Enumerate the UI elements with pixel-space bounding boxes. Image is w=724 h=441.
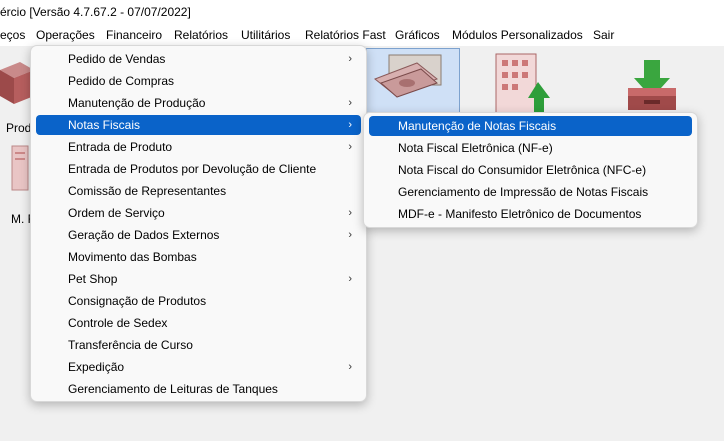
chevron-right-icon: › <box>348 141 352 153</box>
chevron-right-icon: › <box>348 53 352 65</box>
chevron-right-icon: › <box>348 119 352 131</box>
menu-item-label: Nota Fiscal do Consumidor Eletrônica (NF… <box>398 163 647 177</box>
menu-item-label: Comissão de Representantes <box>68 184 227 198</box>
menu-financeiro[interactable]: Financeiro <box>106 27 162 43</box>
menu-precos[interactable]: eços <box>0 27 25 43</box>
submenu-item-gerenciamento-impressao[interactable]: Gerenciamento de Impressão de Notas Fisc… <box>369 182 692 202</box>
menu-item-label: Consignação de Produtos <box>68 294 207 308</box>
menu-item-label: Pet Shop <box>68 272 118 286</box>
menu-item-notas-fiscais[interactable]: Notas Fiscais › <box>36 115 361 135</box>
menu-item-controle-de-sedex[interactable]: Controle de Sedex <box>36 313 361 333</box>
notas-fiscais-submenu: Manutenção de Notas Fiscais Nota Fiscal … <box>363 112 698 228</box>
menu-item-entrada-de-produto[interactable]: Entrada de Produto › <box>36 137 361 157</box>
menu-item-label: Manutenção de Notas Fiscais <box>398 119 557 133</box>
produtos-tile-label: Prod <box>6 121 32 135</box>
menu-item-label: Notas Fiscais <box>68 118 141 132</box>
menu-item-label: Movimento das Bombas <box>68 250 197 264</box>
submenu-item-manutencao-notas-fiscais[interactable]: Manutenção de Notas Fiscais <box>369 116 692 136</box>
chevron-right-icon: › <box>348 97 352 109</box>
menu-sair[interactable]: Sair <box>593 27 614 43</box>
menu-operacoes[interactable]: Operações <box>36 27 95 43</box>
chevron-right-icon: › <box>348 273 352 285</box>
window-title: ércio [Versão 4.7.67.2 - 07/07/2022] <box>0 5 191 19</box>
menu-item-label: MDF-e - Manifesto Eletrônico de Document… <box>398 207 642 221</box>
operacoes-dropdown-menu: Pedido de Vendas › Pedido de Compras Man… <box>30 45 367 402</box>
menu-item-label: Entrada de Produto <box>68 140 173 154</box>
menu-item-label: Pedido de Vendas <box>68 52 166 66</box>
menu-item-label: Controle de Sedex <box>68 316 168 330</box>
menu-item-label: Pedido de Compras <box>68 74 175 88</box>
menu-utilitarios[interactable]: Utilitários <box>241 27 290 43</box>
money-notes-icon <box>374 54 442 98</box>
menu-relatorios[interactable]: Relatórios <box>174 27 228 43</box>
main-menubar: eços Operações Financeiro Relatórios Uti… <box>0 24 724 46</box>
menu-item-label: Nota Fiscal Eletrônica (NF-e) <box>398 141 553 155</box>
submenu-item-nfce[interactable]: Nota Fiscal do Consumidor Eletrônica (NF… <box>369 160 692 180</box>
menu-item-label: Ordem de Serviço <box>68 206 165 220</box>
menu-item-expedicao[interactable]: Expedição › <box>36 357 361 377</box>
window-title-bar: ércio [Versão 4.7.67.2 - 07/07/2022] <box>0 0 724 24</box>
menu-graficos[interactable]: Gráficos <box>395 27 440 43</box>
menu-item-transferencia-de-curso[interactable]: Transferência de Curso <box>36 335 361 355</box>
menu-item-ordem-de-servico[interactable]: Ordem de Serviço › <box>36 203 361 223</box>
menu-item-label: Gerenciamento de Impressão de Notas Fisc… <box>398 185 649 199</box>
menu-item-consignacao-de-produtos[interactable]: Consignação de Produtos <box>36 291 361 311</box>
menu-item-manutencao-de-producao[interactable]: Manutenção de Produção › <box>36 93 361 113</box>
download-inbox-icon[interactable] <box>624 58 680 112</box>
mf-tile-icon[interactable] <box>10 144 32 194</box>
chevron-right-icon: › <box>348 207 352 219</box>
menu-item-label: Expedição <box>68 360 125 374</box>
menu-item-comissao-de-representantes[interactable]: Comissão de Representantes <box>36 181 361 201</box>
report-building-icon[interactable] <box>492 52 558 116</box>
menu-item-label: Geração de Dados Externos <box>68 228 220 242</box>
menu-item-pedido-de-vendas[interactable]: Pedido de Vendas › <box>36 49 361 69</box>
produtos-tile-icon[interactable] <box>0 56 34 108</box>
submenu-item-mdfe[interactable]: MDF-e - Manifesto Eletrônico de Document… <box>369 204 692 224</box>
chevron-right-icon: › <box>348 361 352 373</box>
menu-item-pedido-de-compras[interactable]: Pedido de Compras <box>36 71 361 91</box>
selected-shortcut-tile[interactable] <box>366 48 460 118</box>
menu-modulos-personalizados[interactable]: Módulos Personalizados <box>452 27 583 43</box>
menu-item-label: Transferência de Curso <box>68 338 193 352</box>
menu-item-geracao-de-dados-externos[interactable]: Geração de Dados Externos › <box>36 225 361 245</box>
submenu-item-nfe[interactable]: Nota Fiscal Eletrônica (NF-e) <box>369 138 692 158</box>
menu-item-gerenciamento-leituras-tanques[interactable]: Gerenciamento de Leituras de Tanques <box>36 379 361 399</box>
menu-item-entrada-devolucao-cliente[interactable]: Entrada de Produtos por Devolução de Cli… <box>36 159 361 179</box>
menu-item-label: Entrada de Produtos por Devolução de Cli… <box>68 162 317 176</box>
chevron-right-icon: › <box>348 229 352 241</box>
menu-item-pet-shop[interactable]: Pet Shop › <box>36 269 361 289</box>
menu-item-label: Gerenciamento de Leituras de Tanques <box>68 382 278 396</box>
menu-relatorios-fast[interactable]: Relatórios Fast <box>305 27 386 43</box>
menu-item-movimento-das-bombas[interactable]: Movimento das Bombas <box>36 247 361 267</box>
menu-item-label: Manutenção de Produção <box>68 96 206 110</box>
